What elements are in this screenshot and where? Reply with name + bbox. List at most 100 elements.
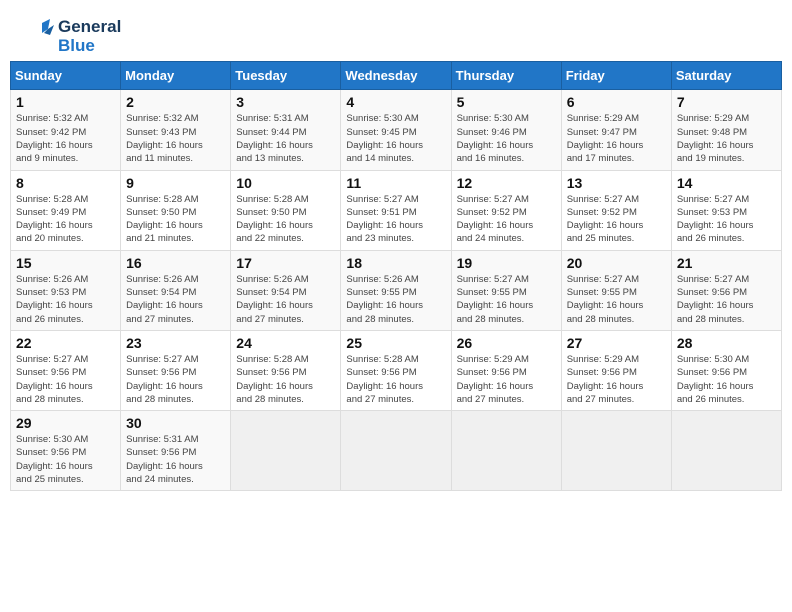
table-row: 30 Sunrise: 5:31 AMSunset: 9:56 PMDayligh… <box>121 411 231 491</box>
day-number: 27 <box>567 335 666 351</box>
day-info: Sunrise: 5:29 AMSunset: 9:47 PMDaylight:… <box>567 112 666 165</box>
day-number: 23 <box>126 335 225 351</box>
day-number: 8 <box>16 175 115 191</box>
table-row: 21 Sunrise: 5:27 AMSunset: 9:56 PMDayligh… <box>671 250 781 330</box>
day-number: 25 <box>346 335 445 351</box>
table-row: 11Sunrise: 5:27 AMSunset: 9:51 PMDayligh… <box>341 170 451 250</box>
day-info: Sunrise: 5:26 AMSunset: 9:53 PMDaylight:… <box>16 273 115 326</box>
day-info: Sunrise: 5:27 AMSunset: 9:51 PMDaylight:… <box>346 193 445 246</box>
table-row: 17 Sunrise: 5:26 AMSunset: 9:54 PMDayligh… <box>231 250 341 330</box>
day-info: Sunrise: 5:26 AMSunset: 9:55 PMDaylight:… <box>346 273 445 326</box>
day-number: 12 <box>457 175 556 191</box>
day-info: Sunrise: 5:31 AMSunset: 9:44 PMDaylight:… <box>236 112 335 165</box>
calendar-header-row: Sunday Monday Tuesday Wednesday Thursday… <box>11 62 782 90</box>
table-row <box>451 411 561 491</box>
day-number: 1 <box>16 94 115 110</box>
day-number: 21 <box>677 255 776 271</box>
day-number: 2 <box>126 94 225 110</box>
day-info: Sunrise: 5:28 AMSunset: 9:56 PMDaylight:… <box>346 353 445 406</box>
table-row <box>231 411 341 491</box>
day-info: Sunrise: 5:26 AMSunset: 9:54 PMDaylight:… <box>236 273 335 326</box>
logo-general-text: General <box>58 18 121 37</box>
day-info: Sunrise: 5:27 AMSunset: 9:55 PMDaylight:… <box>457 273 556 326</box>
table-row: 25 Sunrise: 5:28 AMSunset: 9:56 PMDayligh… <box>341 330 451 410</box>
day-number: 6 <box>567 94 666 110</box>
day-number: 14 <box>677 175 776 191</box>
calendar-table: Sunday Monday Tuesday Wednesday Thursday… <box>10 61 782 491</box>
col-sunday: Sunday <box>11 62 121 90</box>
table-row: 2 Sunrise: 5:32 AMSunset: 9:43 PMDaylight… <box>121 90 231 170</box>
day-number: 29 <box>16 415 115 431</box>
day-number: 17 <box>236 255 335 271</box>
day-info: Sunrise: 5:27 AMSunset: 9:52 PMDaylight:… <box>567 193 666 246</box>
day-info: Sunrise: 5:28 AMSunset: 9:56 PMDaylight:… <box>236 353 335 406</box>
day-number: 16 <box>126 255 225 271</box>
table-row: 18Sunrise: 5:26 AMSunset: 9:55 PMDayligh… <box>341 250 451 330</box>
table-row: 27Sunrise: 5:29 AMSunset: 9:56 PMDayligh… <box>561 330 671 410</box>
day-number: 22 <box>16 335 115 351</box>
table-row: 16Sunrise: 5:26 AMSunset: 9:54 PMDayligh… <box>121 250 231 330</box>
day-info: Sunrise: 5:30 AMSunset: 9:46 PMDaylight:… <box>457 112 556 165</box>
table-row: 22 Sunrise: 5:27 AMSunset: 9:56 PMDayligh… <box>11 330 121 410</box>
logo-text-block: General Blue <box>58 18 121 55</box>
day-number: 15 <box>16 255 115 271</box>
day-info: Sunrise: 5:29 AMSunset: 9:56 PMDaylight:… <box>457 353 556 406</box>
day-info: Sunrise: 5:30 AMSunset: 9:56 PMDaylight:… <box>677 353 776 406</box>
table-row: 5Sunrise: 5:30 AMSunset: 9:46 PMDaylight… <box>451 90 561 170</box>
table-row: 12 Sunrise: 5:27 AMSunset: 9:52 PMDayligh… <box>451 170 561 250</box>
col-tuesday: Tuesday <box>231 62 341 90</box>
col-thursday: Thursday <box>451 62 561 90</box>
day-number: 9 <box>126 175 225 191</box>
day-info: Sunrise: 5:32 AMSunset: 9:42 PMDaylight:… <box>16 112 115 165</box>
day-number: 7 <box>677 94 776 110</box>
day-info: Sunrise: 5:29 AMSunset: 9:48 PMDaylight:… <box>677 112 776 165</box>
calendar-week-2: 8 Sunrise: 5:28 AMSunset: 9:49 PMDaylight… <box>11 170 782 250</box>
calendar-week-4: 22 Sunrise: 5:27 AMSunset: 9:56 PMDayligh… <box>11 330 782 410</box>
day-number: 30 <box>126 415 225 431</box>
logo: General Blue <box>20 18 121 55</box>
day-info: Sunrise: 5:32 AMSunset: 9:43 PMDaylight:… <box>126 112 225 165</box>
day-number: 28 <box>677 335 776 351</box>
day-number: 26 <box>457 335 556 351</box>
table-row: 7 Sunrise: 5:29 AMSunset: 9:48 PMDaylight… <box>671 90 781 170</box>
day-info: Sunrise: 5:27 AMSunset: 9:52 PMDaylight:… <box>457 193 556 246</box>
col-friday: Friday <box>561 62 671 90</box>
day-info: Sunrise: 5:27 AMSunset: 9:56 PMDaylight:… <box>126 353 225 406</box>
table-row: 28 Sunrise: 5:30 AMSunset: 9:56 PMDayligh… <box>671 330 781 410</box>
table-row: 15 Sunrise: 5:26 AMSunset: 9:53 PMDayligh… <box>11 250 121 330</box>
table-row: 13 Sunrise: 5:27 AMSunset: 9:52 PMDayligh… <box>561 170 671 250</box>
table-row: 29Sunrise: 5:30 AMSunset: 9:56 PMDayligh… <box>11 411 121 491</box>
day-info: Sunrise: 5:27 AMSunset: 9:53 PMDaylight:… <box>677 193 776 246</box>
day-info: Sunrise: 5:27 AMSunset: 9:56 PMDaylight:… <box>16 353 115 406</box>
day-number: 3 <box>236 94 335 110</box>
table-row: 14 Sunrise: 5:27 AMSunset: 9:53 PMDayligh… <box>671 170 781 250</box>
day-info: Sunrise: 5:28 AMSunset: 9:50 PMDaylight:… <box>126 193 225 246</box>
table-row: 4 Sunrise: 5:30 AMSunset: 9:45 PMDaylight… <box>341 90 451 170</box>
col-monday: Monday <box>121 62 231 90</box>
day-number: 19 <box>457 255 556 271</box>
table-row <box>561 411 671 491</box>
col-saturday: Saturday <box>671 62 781 90</box>
day-info: Sunrise: 5:30 AMSunset: 9:45 PMDaylight:… <box>346 112 445 165</box>
day-info: Sunrise: 5:27 AMSunset: 9:55 PMDaylight:… <box>567 273 666 326</box>
table-row: 10 Sunrise: 5:28 AMSunset: 9:50 PMDayligh… <box>231 170 341 250</box>
day-info: Sunrise: 5:31 AMSunset: 9:56 PMDaylight:… <box>126 433 225 486</box>
day-number: 10 <box>236 175 335 191</box>
table-row <box>341 411 451 491</box>
table-row: 6 Sunrise: 5:29 AMSunset: 9:47 PMDaylight… <box>561 90 671 170</box>
day-info: Sunrise: 5:28 AMSunset: 9:49 PMDaylight:… <box>16 193 115 246</box>
col-wednesday: Wednesday <box>341 62 451 90</box>
table-row: 20 Sunrise: 5:27 AMSunset: 9:55 PMDayligh… <box>561 250 671 330</box>
day-info: Sunrise: 5:28 AMSunset: 9:50 PMDaylight:… <box>236 193 335 246</box>
day-number: 20 <box>567 255 666 271</box>
table-row: 19 Sunrise: 5:27 AMSunset: 9:55 PMDayligh… <box>451 250 561 330</box>
header: General Blue <box>10 10 782 61</box>
day-number: 13 <box>567 175 666 191</box>
day-number: 4 <box>346 94 445 110</box>
day-info: Sunrise: 5:27 AMSunset: 9:56 PMDaylight:… <box>677 273 776 326</box>
day-number: 24 <box>236 335 335 351</box>
table-row: 9 Sunrise: 5:28 AMSunset: 9:50 PMDaylight… <box>121 170 231 250</box>
table-row: 8 Sunrise: 5:28 AMSunset: 9:49 PMDaylight… <box>11 170 121 250</box>
table-row: 1 Sunrise: 5:32 AMSunset: 9:42 PMDaylight… <box>11 90 121 170</box>
table-row: 26 Sunrise: 5:29 AMSunset: 9:56 PMDayligh… <box>451 330 561 410</box>
